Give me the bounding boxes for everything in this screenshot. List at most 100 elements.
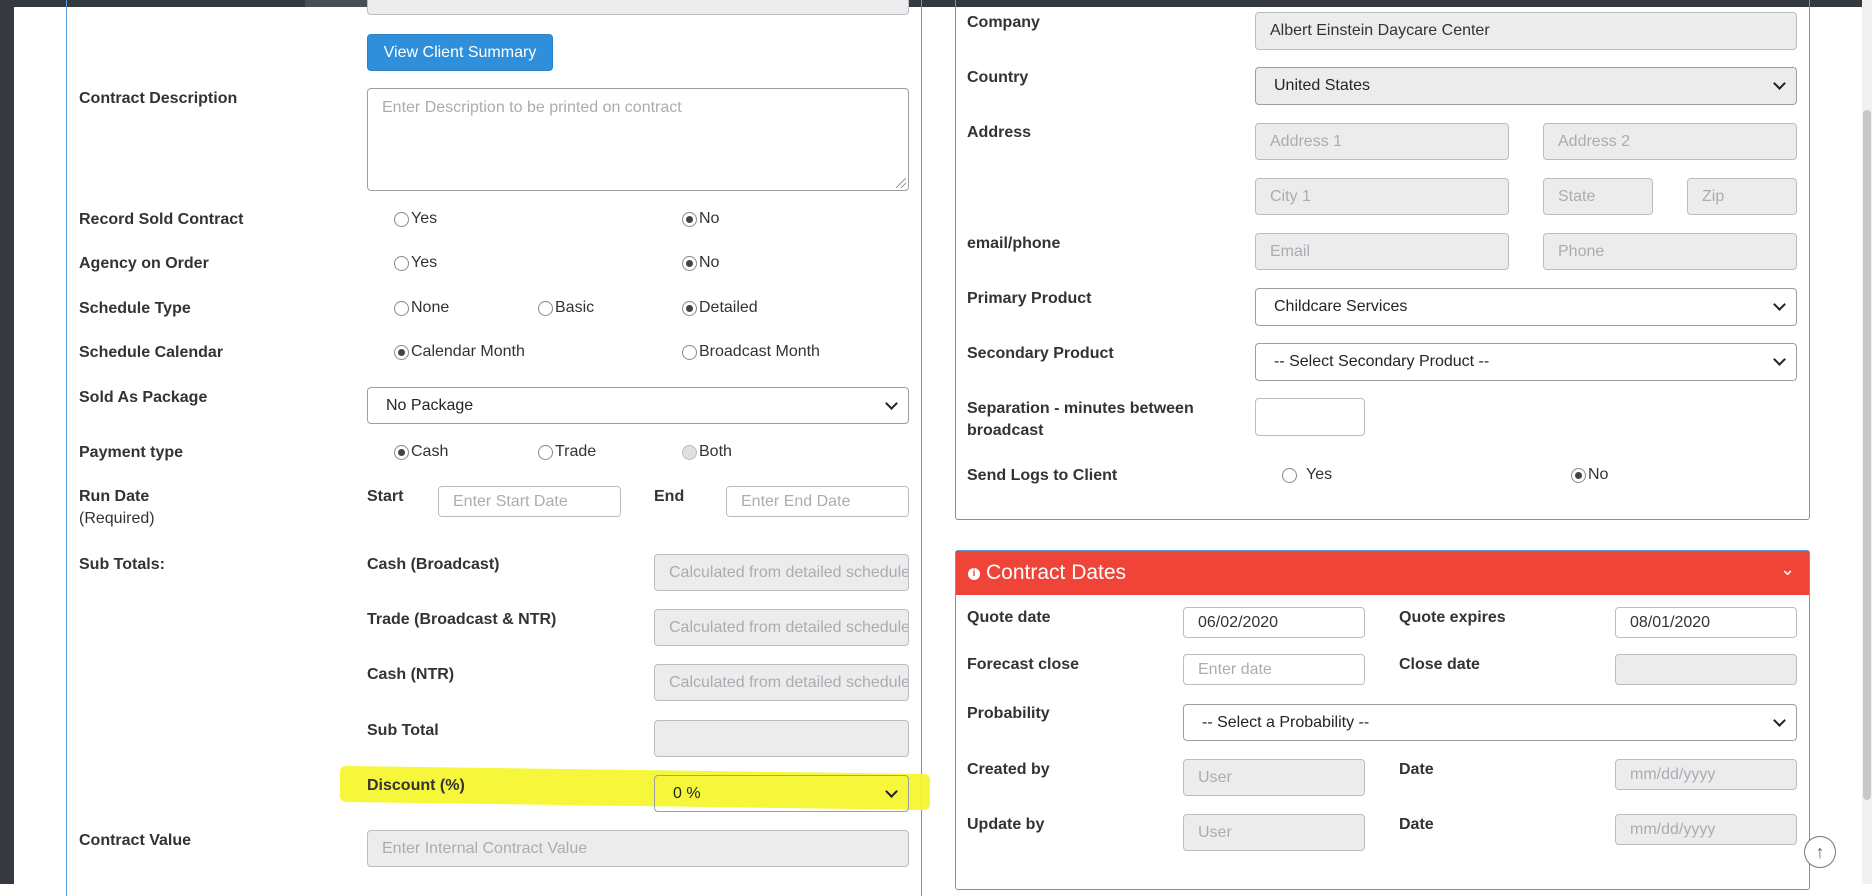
radio-label: No xyxy=(699,210,720,227)
contract-dates-header[interactable]: i Contract Dates ⌄ xyxy=(956,551,1809,595)
secondary-product-label: Secondary Product xyxy=(967,345,1114,362)
secondary-product-select[interactable]: -- Select Secondary Product -- xyxy=(1255,343,1797,381)
country-select[interactable]: United States xyxy=(1255,67,1797,105)
discount-select[interactable]: 0 % xyxy=(654,775,909,812)
quote-date-input[interactable]: 06/02/2020 xyxy=(1183,607,1365,638)
scrollbar-thumb[interactable] xyxy=(1863,110,1871,800)
city-input[interactable]: City 1 xyxy=(1255,178,1509,215)
input-placeholder: User xyxy=(1198,768,1232,786)
update-date-input: mm/dd/yyyy xyxy=(1615,814,1797,845)
zip-input[interactable]: Zip xyxy=(1687,178,1797,215)
top-cut-input[interactable] xyxy=(367,0,909,15)
radio-circle[interactable] xyxy=(1282,467,1297,483)
radio-circle[interactable] xyxy=(394,255,409,271)
view-client-summary-button[interactable]: View Client Summary xyxy=(367,34,553,71)
separation-input[interactable] xyxy=(1255,398,1365,436)
radio-label: Trade xyxy=(555,443,597,460)
radio-circle[interactable] xyxy=(538,300,553,316)
forecast-close-label: Forecast close xyxy=(967,656,1080,673)
address1-input[interactable]: Address 1 xyxy=(1255,123,1509,160)
resize-handle[interactable] xyxy=(896,178,906,188)
country-label: Country xyxy=(967,69,1029,86)
chevron-down-icon xyxy=(1773,298,1786,311)
radio-label: Calendar Month xyxy=(411,343,525,360)
radio-circle[interactable] xyxy=(394,344,409,360)
radio-label: Yes xyxy=(411,254,438,271)
radio-circle[interactable] xyxy=(682,255,697,271)
radio-circle[interactable] xyxy=(682,444,697,460)
probability-select[interactable]: -- Select a Probability -- xyxy=(1183,704,1797,741)
input-value: 06/02/2020 xyxy=(1198,613,1279,631)
created-date-input: mm/dd/yyyy xyxy=(1615,759,1797,790)
radio-circle[interactable] xyxy=(394,444,409,460)
radio-label: Yes xyxy=(411,210,438,227)
chevron-down-icon xyxy=(1773,77,1786,90)
discount-label: Discount (%) xyxy=(367,777,465,794)
phone-input[interactable]: Phone xyxy=(1543,233,1797,270)
chevron-down-icon xyxy=(1773,713,1786,727)
select-value: No Package xyxy=(386,396,474,414)
send-logs-label: Send Logs to Client xyxy=(967,467,1118,484)
created-by-label: Created by xyxy=(967,761,1050,778)
radio-circle[interactable] xyxy=(1571,467,1586,483)
sold-as-package-select[interactable]: No Package xyxy=(367,387,909,424)
input-placeholder: State xyxy=(1558,187,1596,205)
calendar-month-radio[interactable]: Calendar Month xyxy=(394,343,525,361)
send-logs-yes-radio[interactable]: Yes xyxy=(1282,466,1332,484)
email-phone-label: email/phone xyxy=(967,235,1061,252)
schedule-type-none-radio[interactable]: None xyxy=(394,299,449,317)
agency-no-radio[interactable]: No xyxy=(682,254,719,272)
payment-trade-radio[interactable]: Trade xyxy=(538,443,596,461)
address2-input[interactable]: Address 2 xyxy=(1543,123,1797,160)
chevron-down-icon[interactable]: ⌄ xyxy=(1780,559,1795,580)
sub-total-input xyxy=(654,720,909,757)
created-by-input: User xyxy=(1183,759,1365,796)
radio-circle[interactable] xyxy=(538,444,553,460)
record-sold-yes-radio[interactable]: Yes xyxy=(394,210,437,228)
broadcast-month-radio[interactable]: Broadcast Month xyxy=(682,343,820,361)
company-label: Company xyxy=(967,14,1040,31)
state-input[interactable]: State xyxy=(1543,178,1653,215)
radio-circle[interactable] xyxy=(682,344,697,360)
quote-expires-input[interactable]: 08/01/2020 xyxy=(1615,607,1797,638)
radio-circle[interactable] xyxy=(394,211,409,227)
company-input[interactable]: Albert Einstein Daycare Center xyxy=(1255,12,1797,50)
record-sold-no-radio[interactable]: No xyxy=(682,210,719,228)
primary-product-label: Primary Product xyxy=(967,290,1092,307)
forecast-close-input[interactable]: Enter date xyxy=(1183,654,1365,685)
select-value: -- Select a Probability -- xyxy=(1202,713,1370,731)
send-logs-no-radio[interactable]: No xyxy=(1571,466,1608,484)
agency-on-order-label: Agency on Order xyxy=(79,255,209,272)
end-date-input[interactable]: Enter End Date xyxy=(726,486,909,517)
input-placeholder: Email xyxy=(1270,242,1311,260)
close-date-label: Close date xyxy=(1399,656,1480,673)
input-placeholder: Calculated from detailed schedule xyxy=(669,618,909,636)
email-input[interactable]: Email xyxy=(1255,233,1509,270)
payment-cash-radio[interactable]: Cash xyxy=(394,443,448,461)
arrow-up-circle-icon[interactable]: ↑ xyxy=(1804,836,1836,868)
primary-product-select[interactable]: Childcare Services xyxy=(1255,288,1797,326)
chevron-down-icon xyxy=(1773,353,1786,366)
start-date-input[interactable]: Enter Start Date xyxy=(438,486,621,517)
schedule-type-basic-radio[interactable]: Basic xyxy=(538,299,594,317)
quote-date-label: Quote date xyxy=(967,609,1051,626)
page-scrollbar[interactable] xyxy=(1862,0,1872,884)
radio-circle[interactable] xyxy=(682,211,697,227)
run-date-label: Run Date xyxy=(79,488,150,505)
chevron-down-icon xyxy=(885,784,898,798)
input-value: Albert Einstein Daycare Center xyxy=(1270,22,1490,39)
input-placeholder: Address 1 xyxy=(1270,132,1343,150)
contract-description-textarea[interactable]: Enter Description to be printed on contr… xyxy=(367,88,909,191)
left-sidebar-strip xyxy=(0,0,14,884)
radio-circle[interactable] xyxy=(394,300,409,316)
agency-yes-radio[interactable]: Yes xyxy=(394,254,437,272)
payment-both-radio[interactable]: Both xyxy=(682,443,732,461)
radio-circle[interactable] xyxy=(682,300,697,316)
separation-label: Separation - minutes between xyxy=(967,400,1194,417)
run-date-required: (Required) xyxy=(79,510,155,527)
contract-value-input[interactable]: Enter Internal Contract Value xyxy=(367,830,909,867)
sub-totals-label: Sub Totals: xyxy=(79,556,165,573)
cash-broadcast-input: Calculated from detailed schedule xyxy=(654,554,909,591)
schedule-type-detailed-radio[interactable]: Detailed xyxy=(682,299,758,317)
address-label: Address xyxy=(967,124,1032,141)
